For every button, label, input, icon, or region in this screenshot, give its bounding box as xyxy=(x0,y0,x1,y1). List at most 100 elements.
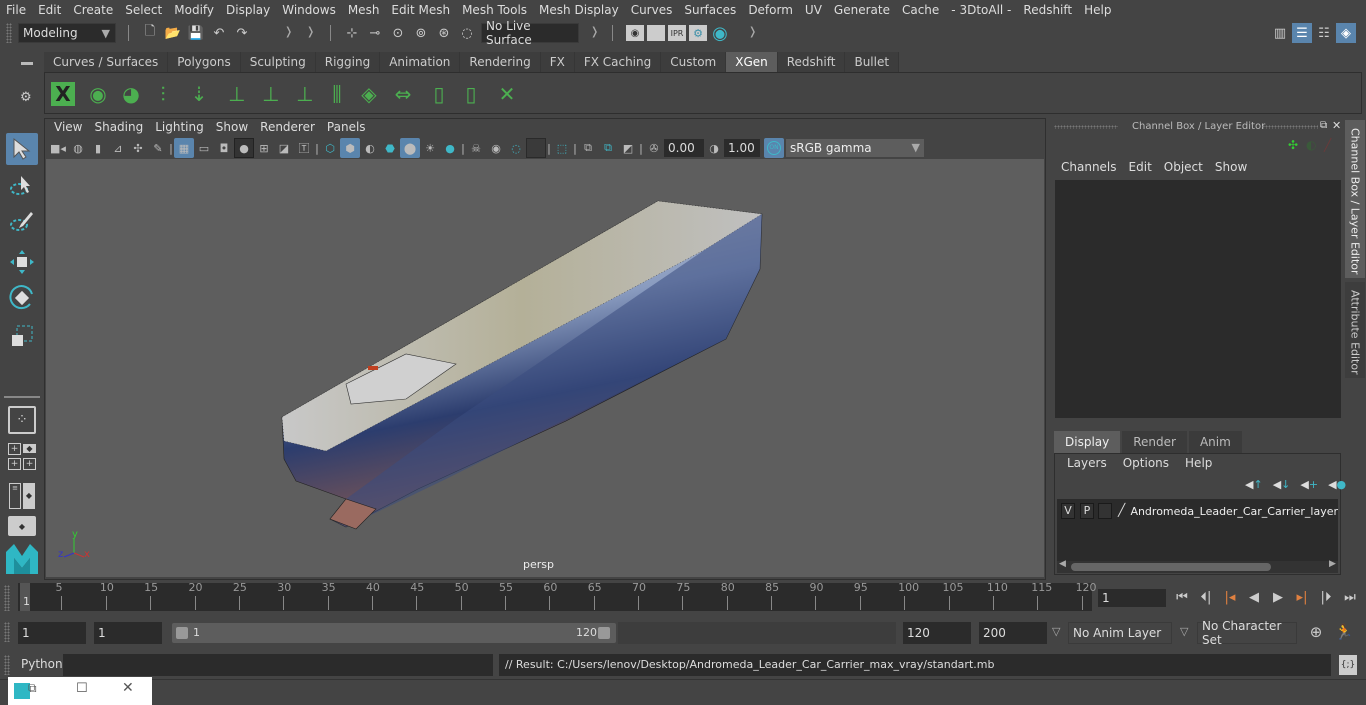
channel-box-area[interactable] xyxy=(1055,180,1341,418)
2d-pan-zoom-icon[interactable]: ✣ xyxy=(128,138,148,158)
smooth-shade-icon[interactable]: ⬢ xyxy=(340,138,360,158)
shelf-tab-animation[interactable]: Animation xyxy=(380,52,461,72)
menu-redshift[interactable]: Redshift xyxy=(1017,3,1078,17)
menu-mesh-tools[interactable]: Mesh Tools xyxy=(456,3,533,17)
menu-surfaces[interactable]: Surfaces xyxy=(678,3,742,17)
safe-action-icon[interactable]: ◪ xyxy=(274,138,294,158)
layer-tab-render[interactable]: Render xyxy=(1122,431,1187,453)
menu-modify[interactable]: Modify xyxy=(168,3,220,17)
bake-guides-icon[interactable]: ◈ xyxy=(355,79,383,109)
shelf-tab-custom[interactable]: Custom xyxy=(661,52,727,72)
collapse-arrow-icon[interactable]: ❭ xyxy=(284,25,293,38)
anim-layer-dropdown[interactable]: No Anim Layer xyxy=(1068,622,1172,644)
current-frame-field[interactable]: 1 xyxy=(1098,589,1166,607)
open-scene-icon[interactable]: 📂 xyxy=(163,23,183,43)
play-backwards-icon[interactable]: ◀ xyxy=(1244,587,1264,607)
modeling-toolkit-icon[interactable]: ▥ xyxy=(1270,23,1290,43)
wireframe-on-shaded-icon[interactable]: ⬣ xyxy=(380,138,400,158)
panel-menu-view[interactable]: View xyxy=(48,120,88,138)
exposure-icon[interactable]: ✇ xyxy=(644,138,664,158)
move-layer-up-icon[interactable]: ◀↑ xyxy=(1245,478,1263,491)
playback-start-field[interactable]: 1 xyxy=(94,622,162,644)
horizontal-scrollbar[interactable]: ◀ ▶ xyxy=(1057,559,1338,573)
menu-set-dropdown[interactable]: Modeling ▼ xyxy=(18,23,116,43)
bookmark-icon[interactable]: ▮ xyxy=(88,138,108,158)
shelf-tab-curves-surfaces[interactable]: Curves / Surfaces xyxy=(44,52,169,72)
drag-handle[interactable] xyxy=(1054,125,1118,129)
resolution-gate-icon[interactable]: ◘ xyxy=(214,138,234,158)
ipr-render-icon[interactable]: IPR xyxy=(668,25,686,41)
shelf-settings-gear-icon[interactable]: ⚙ xyxy=(20,90,32,105)
visibility-toggle[interactable]: V xyxy=(1061,503,1075,519)
flip-guides-icon[interactable]: ⇔ xyxy=(389,79,417,109)
default-material-icon[interactable]: ◐ xyxy=(360,138,380,158)
delete-collection-icon[interactable]: ▯ xyxy=(457,79,485,109)
toggle-preview-icon[interactable]: ◉ xyxy=(84,79,112,109)
isolate-select-icon[interactable]: ⬚ xyxy=(552,138,572,158)
range-slider[interactable]: 1 120 xyxy=(172,623,616,643)
render-frame-icon[interactable] xyxy=(647,25,665,41)
color-management-toggle[interactable]: ON xyxy=(764,138,784,158)
layer-menu-layers[interactable]: Layers xyxy=(1059,456,1115,470)
menu-uv[interactable]: UV xyxy=(799,3,828,17)
hyperbolic-icon[interactable]: ╱ xyxy=(1324,138,1331,152)
layer-color-swatch[interactable]: ╱ xyxy=(1118,503,1128,519)
gate-mask-icon[interactable]: ● xyxy=(234,138,254,158)
panel-menu-renderer[interactable]: Renderer xyxy=(254,120,321,138)
place-guides-icon[interactable]: ⇣ xyxy=(185,79,213,109)
hide-preview-icon[interactable]: ◕ xyxy=(117,79,145,109)
drag-handle[interactable] xyxy=(1262,125,1318,129)
wireframe-icon[interactable]: ⬡ xyxy=(320,138,340,158)
film-gate-icon[interactable]: ▭ xyxy=(194,138,214,158)
auto-key-icon[interactable]: ⊕ xyxy=(1306,622,1326,642)
paint-select-tool-icon[interactable] xyxy=(6,206,38,238)
make-live-icon[interactable]: ◌ xyxy=(457,23,477,43)
gamma-icon[interactable]: ◑ xyxy=(704,138,724,158)
snap-curve-icon[interactable]: ⊸ xyxy=(365,23,385,43)
drag-handle[interactable] xyxy=(4,585,10,611)
layer-name[interactable]: Andromeda_Leader_Car_Carrier_layer xyxy=(1130,505,1338,518)
shelf-tab-bullet[interactable]: Bullet xyxy=(845,52,900,72)
go-to-end-icon[interactable]: ⏭ xyxy=(1340,587,1360,607)
select-guide-icon[interactable]: ⊥ xyxy=(257,79,285,109)
animation-preferences-icon[interactable]: 🏃 xyxy=(1334,622,1354,642)
script-language-toggle[interactable]: Python xyxy=(21,657,63,671)
close-panel-icon[interactable]: ✕ xyxy=(1332,119,1341,132)
panel-menu-show[interactable]: Show xyxy=(210,120,254,138)
character-set-dropdown-arrow-icon[interactable]: ▽ xyxy=(1180,625,1188,638)
collapse-arrow-icon[interactable]: ❭ xyxy=(748,25,757,38)
speed-toggle-icon[interactable]: ◐ xyxy=(1306,138,1316,152)
channel-box-menu-show[interactable]: Show xyxy=(1209,160,1253,178)
channel-box-menu-edit[interactable]: Edit xyxy=(1123,160,1158,178)
menu-3dtoall[interactable]: - 3DtoAll - xyxy=(945,3,1017,17)
drag-handle[interactable] xyxy=(4,622,10,642)
render-settings-icon[interactable]: ⚙ xyxy=(689,25,707,41)
snap-live-icon[interactable]: ⊛ xyxy=(434,23,454,43)
layer-row[interactable]: V P ╱ Andromeda_Leader_Car_Carrier_layer xyxy=(1057,499,1338,523)
menu-select[interactable]: Select xyxy=(119,3,168,17)
channel-box-toggle-icon[interactable]: ◈ xyxy=(1336,23,1356,43)
panel-menu-panels[interactable]: Panels xyxy=(321,120,372,138)
camera-attributes-icon[interactable]: ◍ xyxy=(68,138,88,158)
snap-point-icon[interactable]: ⊙ xyxy=(388,23,408,43)
script-editor-icon[interactable]: {;} xyxy=(1339,655,1357,675)
image-plane-icon[interactable]: ⊿ xyxy=(108,138,128,158)
play-forwards-icon[interactable]: ▶ xyxy=(1268,587,1288,607)
drag-handle[interactable] xyxy=(4,655,10,675)
scroll-left-icon[interactable]: ◀ xyxy=(1059,559,1066,569)
create-collection-icon[interactable]: ▯ xyxy=(425,79,453,109)
tool-settings-icon[interactable]: ☷ xyxy=(1314,23,1334,43)
redo-icon[interactable]: ↷ xyxy=(232,23,252,43)
snap-view-plane-icon[interactable]: ⊚ xyxy=(411,23,431,43)
tab-attribute-editor[interactable]: Attribute Editor xyxy=(1345,282,1365,378)
shelf-tab-xgen[interactable]: XGen xyxy=(726,52,778,72)
collapse-arrow-icon[interactable]: ❭ xyxy=(590,25,599,38)
gamma-field[interactable]: 1.00 xyxy=(724,139,760,157)
animation-end-field[interactable]: 200 xyxy=(979,622,1047,644)
hypershade-icon[interactable]: ◉ xyxy=(710,23,730,44)
shelf-tab-fx[interactable]: FX xyxy=(540,52,575,72)
safe-title-icon[interactable]: 🅃 xyxy=(294,138,314,158)
close-icon[interactable]: ✕ xyxy=(122,680,134,696)
menu-file[interactable]: File xyxy=(0,3,32,17)
move-tool-icon[interactable] xyxy=(6,246,38,278)
